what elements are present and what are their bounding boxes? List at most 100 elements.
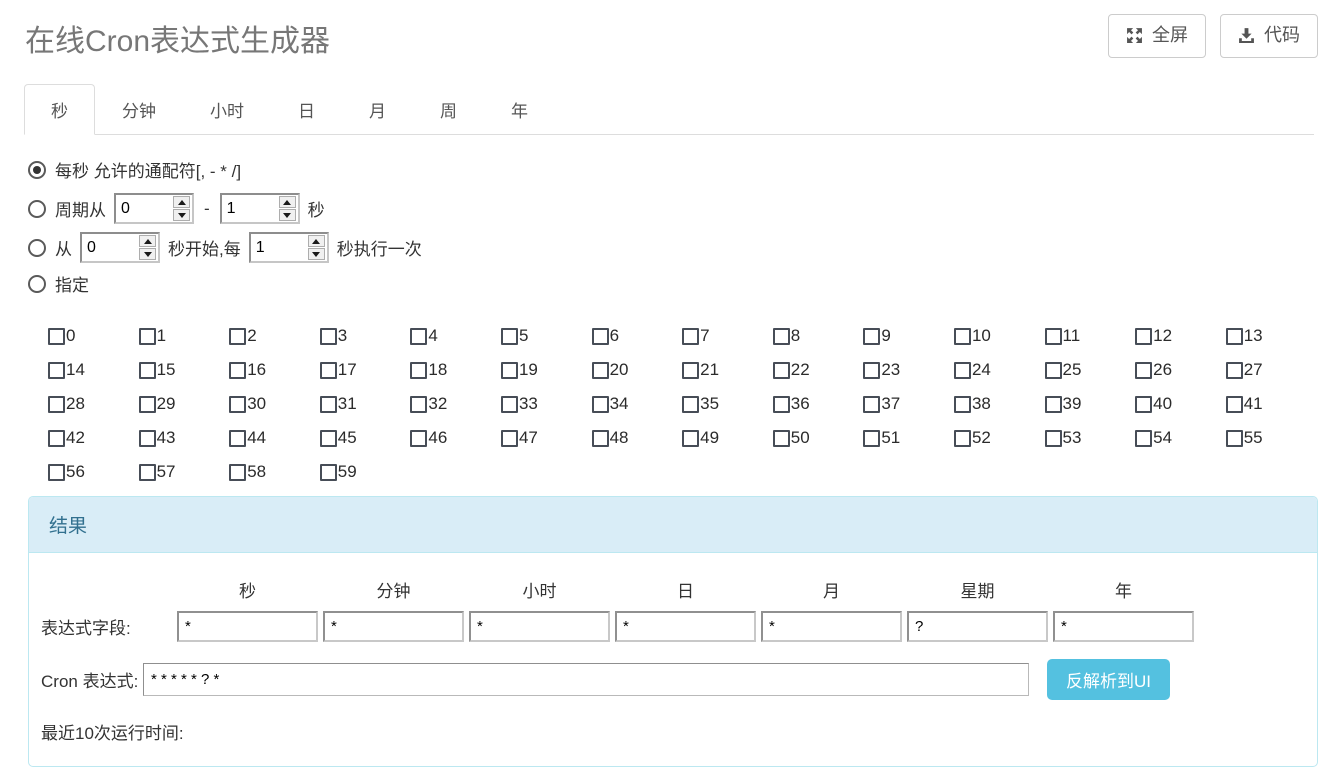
second-checkbox-option-38[interactable]: 38 [954,394,1045,414]
spin-up-icon[interactable] [308,235,325,247]
second-checkbox-44[interactable] [229,430,246,447]
second-checkbox-13[interactable] [1226,328,1243,345]
second-checkbox-option-5[interactable]: 5 [501,326,592,346]
second-checkbox-0[interactable] [48,328,65,345]
second-checkbox-12[interactable] [1135,328,1152,345]
second-checkbox-option-25[interactable]: 25 [1045,360,1136,380]
second-checkbox-34[interactable] [592,396,609,413]
second-checkbox-option-43[interactable]: 43 [139,428,230,448]
second-checkbox-option-7[interactable]: 7 [682,326,773,346]
second-checkbox-54[interactable] [1135,430,1152,447]
second-checkbox-option-28[interactable]: 28 [48,394,139,414]
second-checkbox-option-41[interactable]: 41 [1226,394,1317,414]
second-checkbox-35[interactable] [682,396,699,413]
second-checkbox-option-45[interactable]: 45 [320,428,411,448]
second-checkbox-option-54[interactable]: 54 [1135,428,1226,448]
tab-分钟[interactable]: 分钟 [95,84,183,135]
second-checkbox-option-57[interactable]: 57 [139,462,230,482]
second-checkbox-option-44[interactable]: 44 [229,428,320,448]
second-checkbox-41[interactable] [1226,396,1243,413]
second-checkbox-1[interactable] [139,328,156,345]
second-checkbox-option-55[interactable]: 55 [1226,428,1317,448]
result-field-input-秒[interactable] [177,611,318,642]
second-checkbox-option-34[interactable]: 34 [592,394,683,414]
second-checkbox-56[interactable] [48,464,65,481]
second-checkbox-17[interactable] [320,362,337,379]
radio-specify[interactable] [28,275,46,293]
cycle-from-input[interactable] [116,200,173,218]
second-checkbox-option-29[interactable]: 29 [139,394,230,414]
second-checkbox-55[interactable] [1226,430,1243,447]
result-field-input-星期[interactable] [907,611,1048,642]
second-checkbox-46[interactable] [410,430,427,447]
second-checkbox-option-48[interactable]: 48 [592,428,683,448]
result-field-input-月[interactable] [761,611,902,642]
second-checkbox-2[interactable] [229,328,246,345]
second-checkbox-option-8[interactable]: 8 [773,326,864,346]
result-field-input-日[interactable] [615,611,756,642]
second-checkbox-16[interactable] [229,362,246,379]
second-checkbox-28[interactable] [48,396,65,413]
radio-interval[interactable] [28,239,46,257]
second-checkbox-21[interactable] [682,362,699,379]
second-checkbox-32[interactable] [410,396,427,413]
cron-expression-input[interactable] [143,663,1029,696]
second-checkbox-20[interactable] [592,362,609,379]
second-checkbox-52[interactable] [954,430,971,447]
second-checkbox-option-36[interactable]: 36 [773,394,864,414]
spin-down-icon[interactable] [173,209,190,221]
interval-start-input[interactable] [82,239,139,257]
second-checkbox-option-2[interactable]: 2 [229,326,320,346]
second-checkbox-48[interactable] [592,430,609,447]
tab-秒[interactable]: 秒 [24,84,95,135]
second-checkbox-option-30[interactable]: 30 [229,394,320,414]
option-cycle[interactable]: 周期从 - 秒 [28,193,1338,224]
tab-周[interactable]: 周 [413,84,484,135]
second-checkbox-26[interactable] [1135,362,1152,379]
second-checkbox-14[interactable] [48,362,65,379]
result-field-input-分钟[interactable] [323,611,464,642]
tab-年[interactable]: 年 [484,84,555,135]
second-checkbox-59[interactable] [320,464,337,481]
parse-to-ui-button[interactable]: 反解析到UI [1047,659,1170,700]
second-checkbox-option-11[interactable]: 11 [1045,326,1136,346]
second-checkbox-15[interactable] [139,362,156,379]
second-checkbox-29[interactable] [139,396,156,413]
second-checkbox-40[interactable] [1135,396,1152,413]
cycle-to-input[interactable] [222,200,279,218]
second-checkbox-option-13[interactable]: 13 [1226,326,1317,346]
second-checkbox-option-52[interactable]: 52 [954,428,1045,448]
second-checkbox-option-4[interactable]: 4 [410,326,501,346]
second-checkbox-option-40[interactable]: 40 [1135,394,1226,414]
spin-up-icon[interactable] [279,196,296,208]
second-checkbox-42[interactable] [48,430,65,447]
spin-up-icon[interactable] [173,196,190,208]
option-interval[interactable]: 从 秒开始,每 秒执行一次 [28,232,1338,263]
second-checkbox-option-50[interactable]: 50 [773,428,864,448]
second-checkbox-25[interactable] [1045,362,1062,379]
second-checkbox-option-32[interactable]: 32 [410,394,501,414]
second-checkbox-39[interactable] [1045,396,1062,413]
second-checkbox-43[interactable] [139,430,156,447]
second-checkbox-53[interactable] [1045,430,1062,447]
result-field-input-小时[interactable] [469,611,610,642]
second-checkbox-option-58[interactable]: 58 [229,462,320,482]
second-checkbox-27[interactable] [1226,362,1243,379]
second-checkbox-5[interactable] [501,328,518,345]
second-checkbox-18[interactable] [410,362,427,379]
second-checkbox-option-59[interactable]: 59 [320,462,411,482]
second-checkbox-50[interactable] [773,430,790,447]
second-checkbox-option-17[interactable]: 17 [320,360,411,380]
second-checkbox-option-33[interactable]: 33 [501,394,592,414]
second-checkbox-option-15[interactable]: 15 [139,360,230,380]
second-checkbox-45[interactable] [320,430,337,447]
second-checkbox-6[interactable] [592,328,609,345]
tab-月[interactable]: 月 [342,84,413,135]
spin-down-icon[interactable] [279,209,296,221]
second-checkbox-58[interactable] [229,464,246,481]
second-checkbox-option-31[interactable]: 31 [320,394,411,414]
second-checkbox-4[interactable] [410,328,427,345]
second-checkbox-option-12[interactable]: 12 [1135,326,1226,346]
second-checkbox-24[interactable] [954,362,971,379]
second-checkbox-49[interactable] [682,430,699,447]
